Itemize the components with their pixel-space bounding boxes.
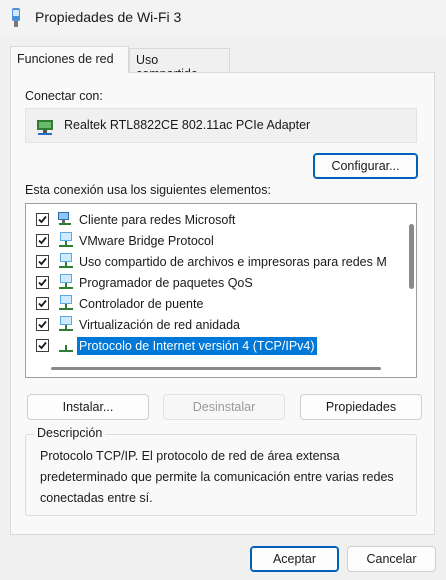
list-item-label: Uso compartido de archivos e impresoras … [79, 255, 387, 269]
checkbox[interactable] [36, 339, 49, 352]
install-button[interactable]: Instalar... [27, 394, 149, 420]
tab-funciones-de-red[interactable]: Funciones de red [10, 46, 129, 73]
network-protocol-icon [59, 345, 73, 352]
list-item[interactable]: Uso compartido de archivos e impresoras … [26, 251, 404, 272]
title-bar: Propiedades de Wi-Fi 3 [0, 0, 446, 36]
cancel-button[interactable]: Cancelar [347, 546, 436, 572]
configure-button[interactable]: Configurar... [313, 153, 418, 179]
network-service-icon [59, 253, 73, 268]
tab-uso-compartido[interactable]: Uso compartido [129, 48, 230, 81]
network-protocol-icon [59, 295, 73, 310]
checkmark-icon [38, 236, 47, 245]
vertical-scrollbar[interactable] [409, 224, 414, 289]
tab-strip: Funciones de red Uso compartido [0, 46, 446, 81]
connect-with-label: Conectar con: [25, 89, 103, 103]
checkmark-icon [38, 278, 47, 287]
uninstall-button[interactable]: Desinstalar [163, 394, 285, 420]
list-item-label: Programador de paquetes QoS [79, 276, 253, 290]
checkmark-icon [38, 341, 47, 350]
checkbox[interactable] [36, 234, 49, 247]
list-item-label: Controlador de puente [79, 297, 204, 311]
window-title: Propiedades de Wi-Fi 3 [35, 9, 182, 25]
items-label: Esta conexión usa los siguientes element… [25, 183, 271, 197]
network-adapter-icon [37, 120, 53, 135]
list-item-label: Protocolo de Internet versión 4 (TCP/IPv… [77, 337, 317, 355]
checkmark-icon [38, 257, 47, 266]
list-item-label: Virtualización de red anidada [79, 318, 240, 332]
checkmark-icon [38, 320, 47, 329]
network-protocol-icon [59, 232, 73, 247]
list-item[interactable]: Virtualización de red anidada [26, 314, 404, 335]
checkbox[interactable] [36, 297, 49, 310]
adapter-field: Realtek RTL8822CE 802.11ac PCIe Adapter [25, 108, 417, 143]
wifi-adapter-icon [12, 8, 20, 27]
description-text: Protocolo TCP/IP. El protocolo de red de… [40, 449, 394, 505]
properties-button[interactable]: Propiedades [300, 394, 422, 420]
list-item[interactable]: VMware Bridge Protocol [26, 230, 404, 251]
list-item[interactable]: Cliente para redes Microsoft [26, 209, 404, 230]
network-service-icon [59, 274, 73, 289]
checkbox[interactable] [36, 213, 49, 226]
horizontal-scrollbar[interactable] [51, 367, 381, 370]
adapter-name: Realtek RTL8822CE 802.11ac PCIe Adapter [64, 118, 311, 132]
list-item-selected[interactable]: Protocolo de Internet versión 4 (TCP/IPv… [26, 335, 404, 356]
checkmark-icon [38, 215, 47, 224]
checkbox[interactable] [36, 276, 49, 289]
list-item[interactable]: Programador de paquetes QoS [26, 272, 404, 293]
ok-button[interactable]: Aceptar [250, 546, 339, 572]
checkbox[interactable] [36, 255, 49, 268]
list-item[interactable]: Controlador de puente [26, 293, 404, 314]
description-legend: Descripción [34, 426, 106, 440]
list-item-label: Cliente para redes Microsoft [79, 213, 236, 227]
checkbox[interactable] [36, 318, 49, 331]
list-item-label: VMware Bridge Protocol [79, 234, 214, 248]
components-list[interactable]: Cliente para redes Microsoft VMware Brid… [25, 203, 417, 378]
network-client-icon [58, 212, 71, 225]
checkmark-icon [38, 299, 47, 308]
network-protocol-icon [59, 316, 73, 331]
